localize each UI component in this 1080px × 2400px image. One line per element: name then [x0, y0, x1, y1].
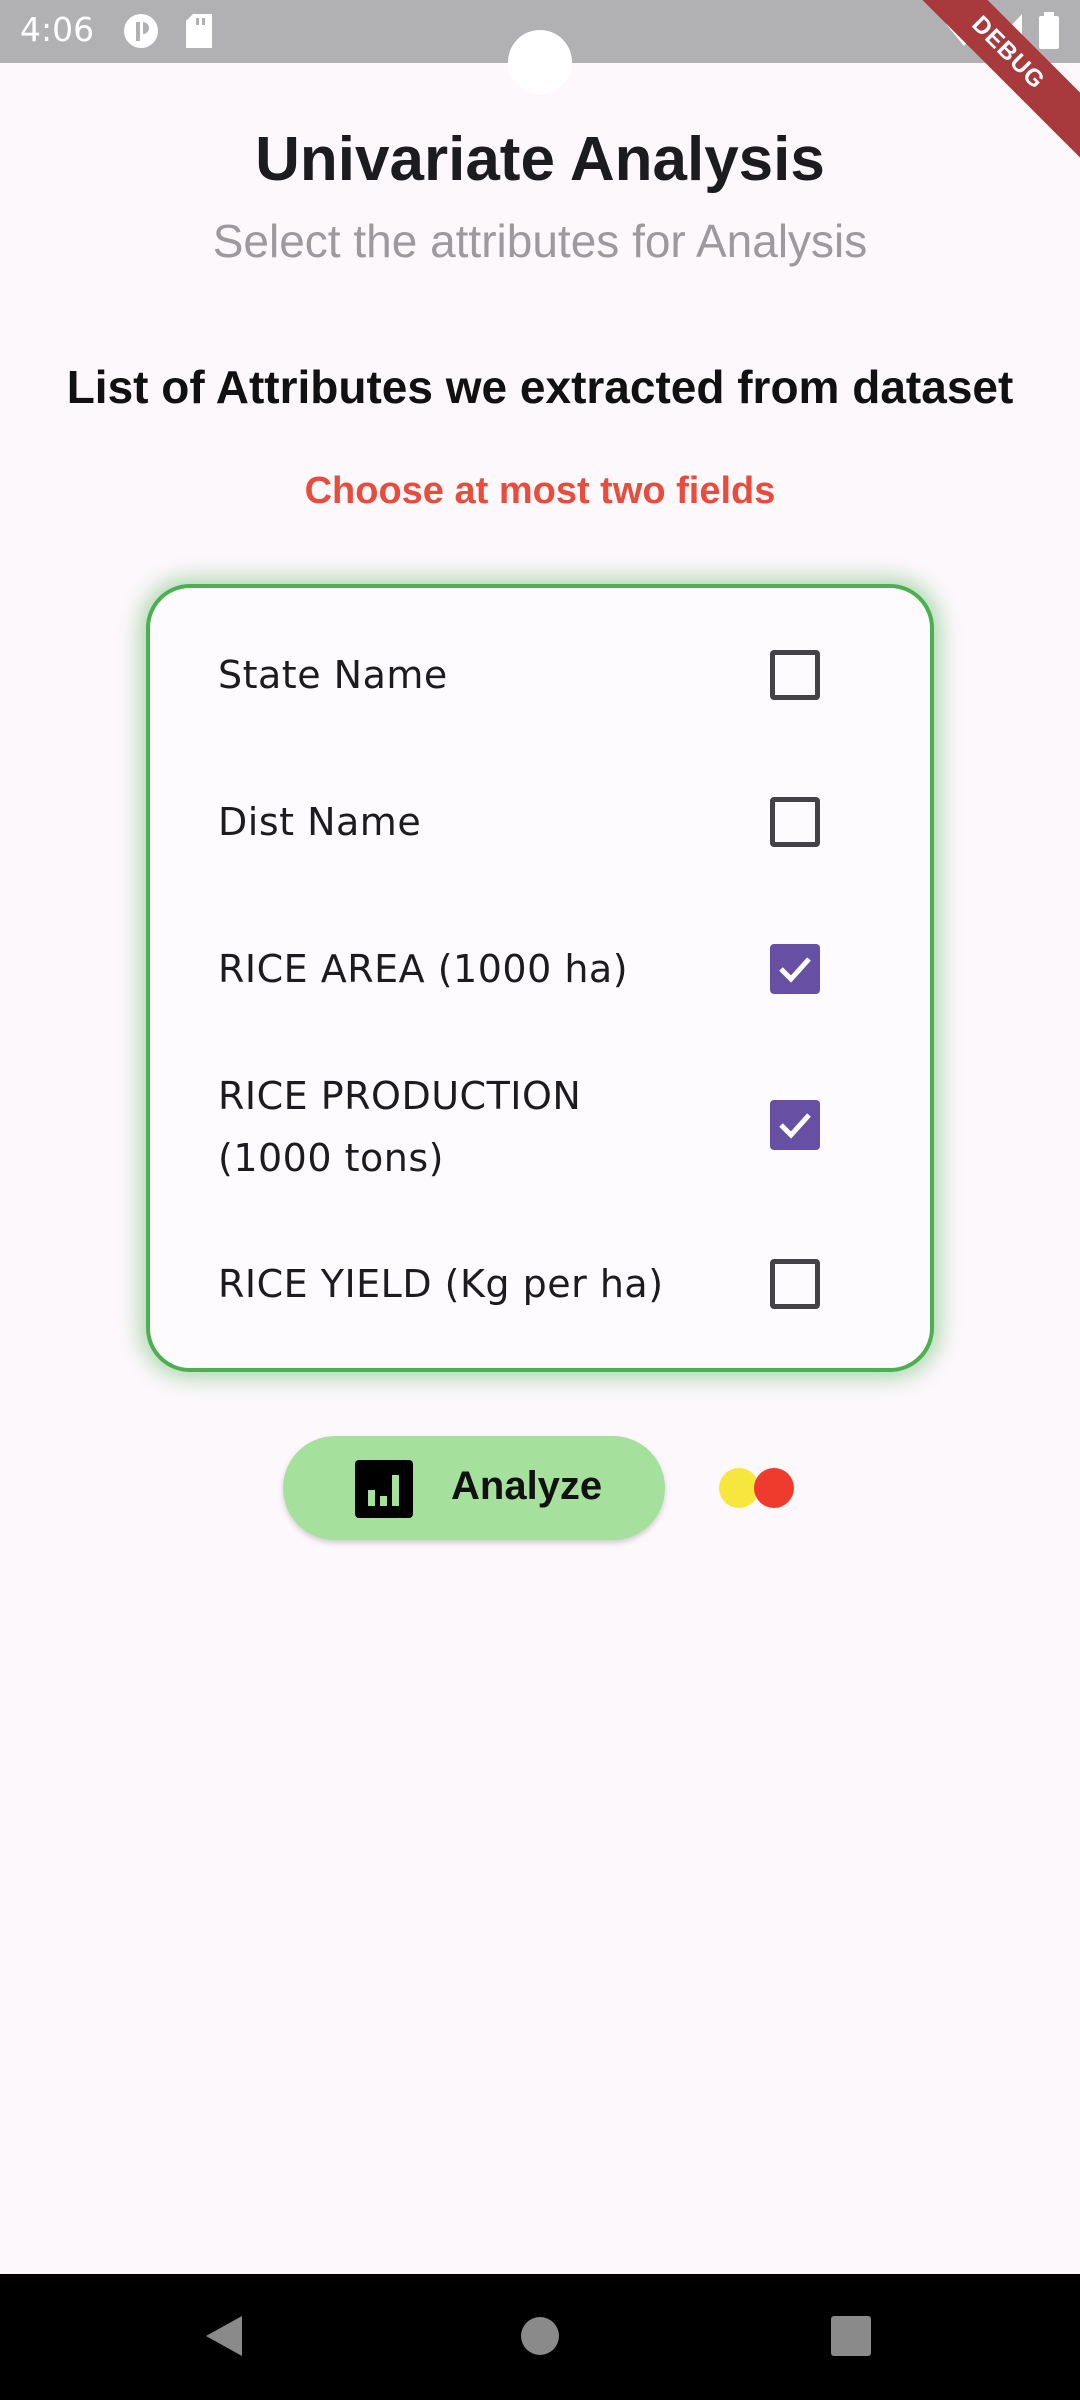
- attribute-label: Dist Name: [218, 800, 422, 844]
- checkbox-rice-production[interactable]: [770, 1100, 820, 1150]
- check-icon: [779, 957, 811, 983]
- instruction-text: Choose at most two fields: [304, 470, 776, 512]
- attribute-label: State Name: [218, 653, 448, 697]
- attribute-label: RICE AREA (1000 ha): [218, 947, 629, 991]
- back-icon[interactable]: [204, 2314, 244, 2363]
- page-title: Univariate Analysis: [255, 125, 825, 194]
- navigation-bar: [0, 2274, 1080, 2400]
- analyze-label: Analyze: [451, 1464, 603, 1508]
- checkbox-rice-yield[interactable]: [770, 1259, 820, 1309]
- loading-dot-red: [754, 1468, 794, 1508]
- screen: 4:06 DEBUG Univariate Analysis Select th…: [0, 0, 1080, 2400]
- attribute-label: RICE YIELD (Kg per ha): [218, 1262, 664, 1306]
- loading-dot-yellow: [719, 1468, 759, 1508]
- attribute-row-rice-area[interactable]: RICE AREA (1000 ha): [150, 938, 930, 1000]
- analyze-button[interactable]: Analyze: [283, 1436, 665, 1540]
- battery-icon: [1038, 12, 1060, 55]
- recents-icon[interactable]: [830, 2314, 872, 2363]
- checkbox-rice-area[interactable]: [770, 944, 820, 994]
- checkbox-dist-name[interactable]: [770, 797, 820, 847]
- p-icon: [122, 12, 160, 55]
- page-subtitle: Select the attributes for Analysis: [212, 215, 868, 267]
- sd-card-icon: [184, 12, 214, 55]
- home-icon[interactable]: [520, 2314, 560, 2363]
- attribute-label: RICE PRODUCTION (1000 tons): [218, 1074, 582, 1180]
- bar-chart-icon: [355, 1460, 413, 1523]
- camera-cutout: [508, 30, 572, 94]
- attribute-row-rice-yield[interactable]: RICE YIELD (Kg per ha): [150, 1253, 930, 1315]
- status-bar: 4:06 DEBUG: [0, 0, 1080, 176]
- check-icon: [779, 1113, 811, 1139]
- attribute-card: State Name Dist Name RICE AREA (1000 ha)…: [146, 584, 934, 1372]
- attribute-row-rice-production[interactable]: RICE PRODUCTION (1000 tons): [150, 1065, 930, 1189]
- attribute-row-state-name[interactable]: State Name: [150, 644, 930, 706]
- checkbox-state-name[interactable]: [770, 650, 820, 700]
- section-heading: List of Attributes we extracted from dat…: [66, 361, 1014, 413]
- status-time: 4:06: [20, 10, 95, 49]
- attribute-row-dist-name[interactable]: Dist Name: [150, 791, 930, 853]
